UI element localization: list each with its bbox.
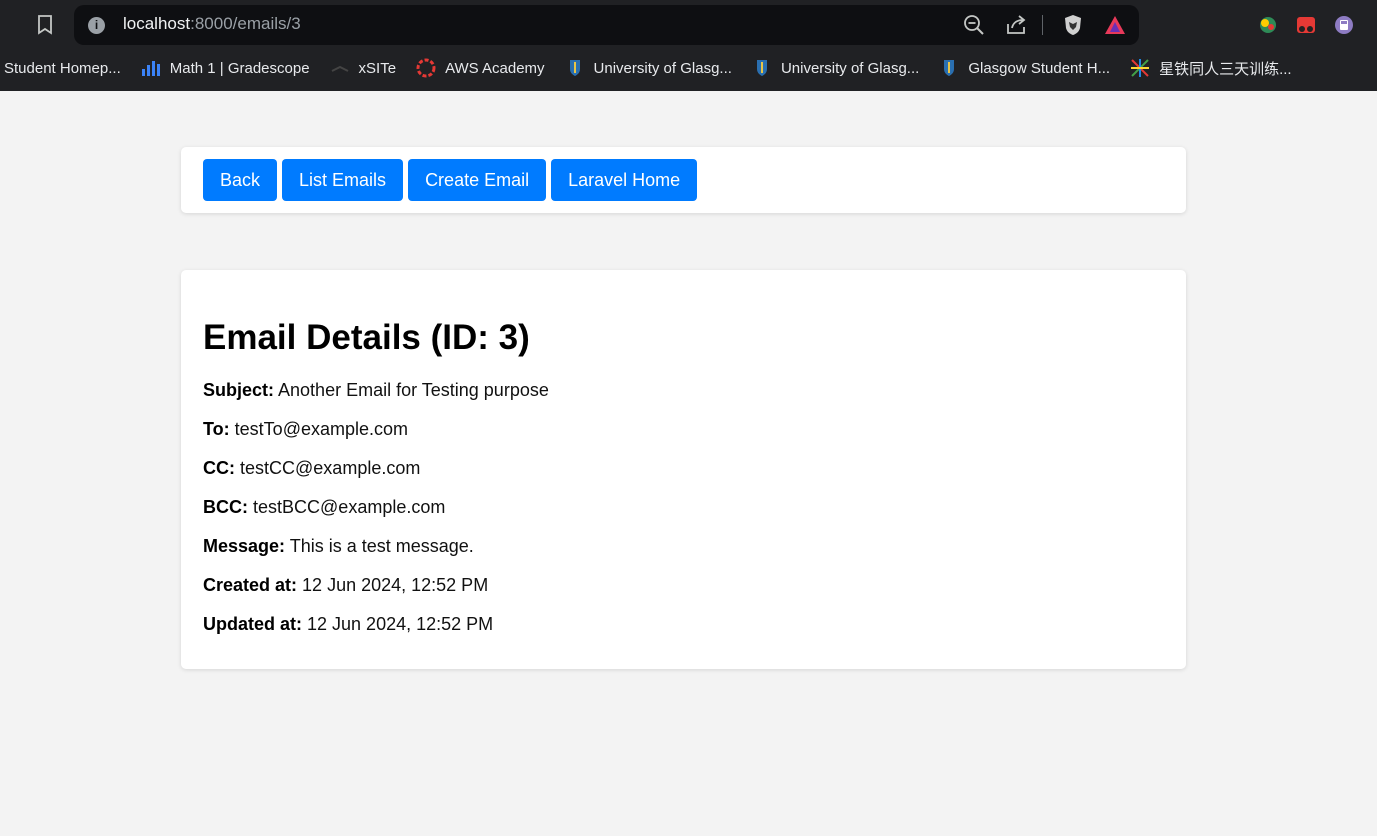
- field-label: CC:: [203, 458, 235, 478]
- updated-at-field: Updated at: 12 Jun 2024, 12:52 PM: [203, 611, 549, 650]
- message-field: Message: This is a test message.: [203, 533, 549, 572]
- subject-field: Subject: Another Email for Testing purpo…: [203, 377, 549, 416]
- bookmark-label: Student Homep...: [4, 59, 121, 77]
- glasgow-crest-icon: [752, 58, 772, 78]
- bookmark-label: University of Glasg...: [593, 59, 732, 77]
- url-host: localhost: [123, 14, 191, 33]
- field-label: To:: [203, 419, 230, 439]
- list-emails-button[interactable]: List Emails: [282, 159, 404, 201]
- glasgow-crest-icon: [939, 58, 959, 78]
- gradescope-icon: [141, 58, 161, 78]
- create-email-button[interactable]: Create Email: [408, 159, 547, 201]
- url-path: :8000/emails/3: [190, 14, 301, 33]
- extension-save-icon[interactable]: [1332, 13, 1356, 37]
- navigation-card: Back List Emails Create Email Laravel Ho…: [181, 147, 1186, 213]
- bookmark-page-icon[interactable]: [33, 13, 57, 37]
- back-button[interactable]: Back: [203, 159, 278, 201]
- field-value: 12 Jun 2024, 12:52 PM: [307, 614, 494, 634]
- bookmark-label: xSITe: [358, 59, 397, 77]
- bookmark-label: Math 1 | Gradescope: [169, 59, 310, 77]
- field-label: BCC:: [203, 497, 248, 517]
- field-label: Subject:: [203, 380, 275, 400]
- bookmark-item[interactable]: University of Glasg...: [565, 55, 732, 81]
- extension-globe-icon[interactable]: [1256, 13, 1280, 37]
- url-text[interactable]: localhost:8000/emails/3: [123, 14, 301, 34]
- cc-field: CC: testCC@example.com: [203, 455, 549, 494]
- brave-shields-icon[interactable]: [1061, 13, 1085, 37]
- colorful-burst-icon: [1130, 58, 1150, 78]
- field-value: testBCC@example.com: [253, 497, 446, 517]
- bookmark-label: AWS Academy: [445, 59, 545, 77]
- field-label: Created at:: [203, 575, 298, 595]
- bookmark-item[interactable]: University of Glasg...: [752, 55, 919, 81]
- url-separator: [1042, 15, 1043, 35]
- field-value: 12 Jun 2024, 12:52 PM: [302, 575, 489, 595]
- email-details-card: Email Details (ID: 3) Subject: Another E…: [181, 270, 1186, 669]
- page-title: Email Details (ID: 3): [203, 318, 530, 357]
- bookmark-item[interactable]: AWS Academy: [416, 55, 545, 81]
- field-value: Another Email for Testing purpose: [278, 380, 549, 400]
- bookmark-item[interactable]: xSITe: [330, 55, 397, 81]
- bookmark-item[interactable]: Student Homep...: [4, 55, 121, 81]
- bookmark-label: Glasgow Student H...: [968, 59, 1111, 77]
- field-label: Message:: [203, 536, 286, 556]
- zoom-icon[interactable]: [962, 13, 986, 37]
- browser-chrome: i localhost:8000/emails/3 Student Homep.…: [0, 0, 1377, 91]
- field-value: testCC@example.com: [240, 458, 421, 478]
- address-bar[interactable]: i localhost:8000/emails/3: [74, 5, 1139, 45]
- bcc-field: BCC: testBCC@example.com: [203, 494, 549, 533]
- field-value: This is a test message.: [289, 536, 474, 556]
- aws-academy-icon: [416, 58, 436, 78]
- to-field: To: testTo@example.com: [203, 416, 549, 455]
- side-panel-icon[interactable]: [1370, 13, 1377, 37]
- bookmark-label: University of Glasg...: [780, 59, 920, 77]
- laravel-home-button[interactable]: Laravel Home: [551, 159, 698, 201]
- bookmark-item[interactable]: Glasgow Student H...: [939, 55, 1110, 81]
- bookmark-label: 星铁同人三天训练...: [1159, 60, 1292, 78]
- brave-rewards-icon[interactable]: [1103, 13, 1127, 37]
- xsite-icon: [330, 58, 350, 78]
- bookmark-item[interactable]: 星铁同人三天训练...: [1130, 55, 1292, 81]
- nav-buttons: Back List Emails Create Email Laravel Ho…: [203, 159, 698, 201]
- bookmarks-bar: Student Homep... Math 1 | Gradescope xSI…: [0, 55, 1292, 81]
- field-value: testTo@example.com: [234, 419, 409, 439]
- glasgow-crest-icon: [565, 58, 585, 78]
- share-icon[interactable]: [1004, 13, 1028, 37]
- extension-red-icon[interactable]: [1294, 13, 1318, 37]
- site-info-icon[interactable]: i: [88, 17, 105, 34]
- bookmark-item[interactable]: Math 1 | Gradescope: [141, 55, 310, 81]
- created-at-field: Created at: 12 Jun 2024, 12:52 PM: [203, 572, 549, 611]
- field-label: Updated at:: [203, 614, 302, 634]
